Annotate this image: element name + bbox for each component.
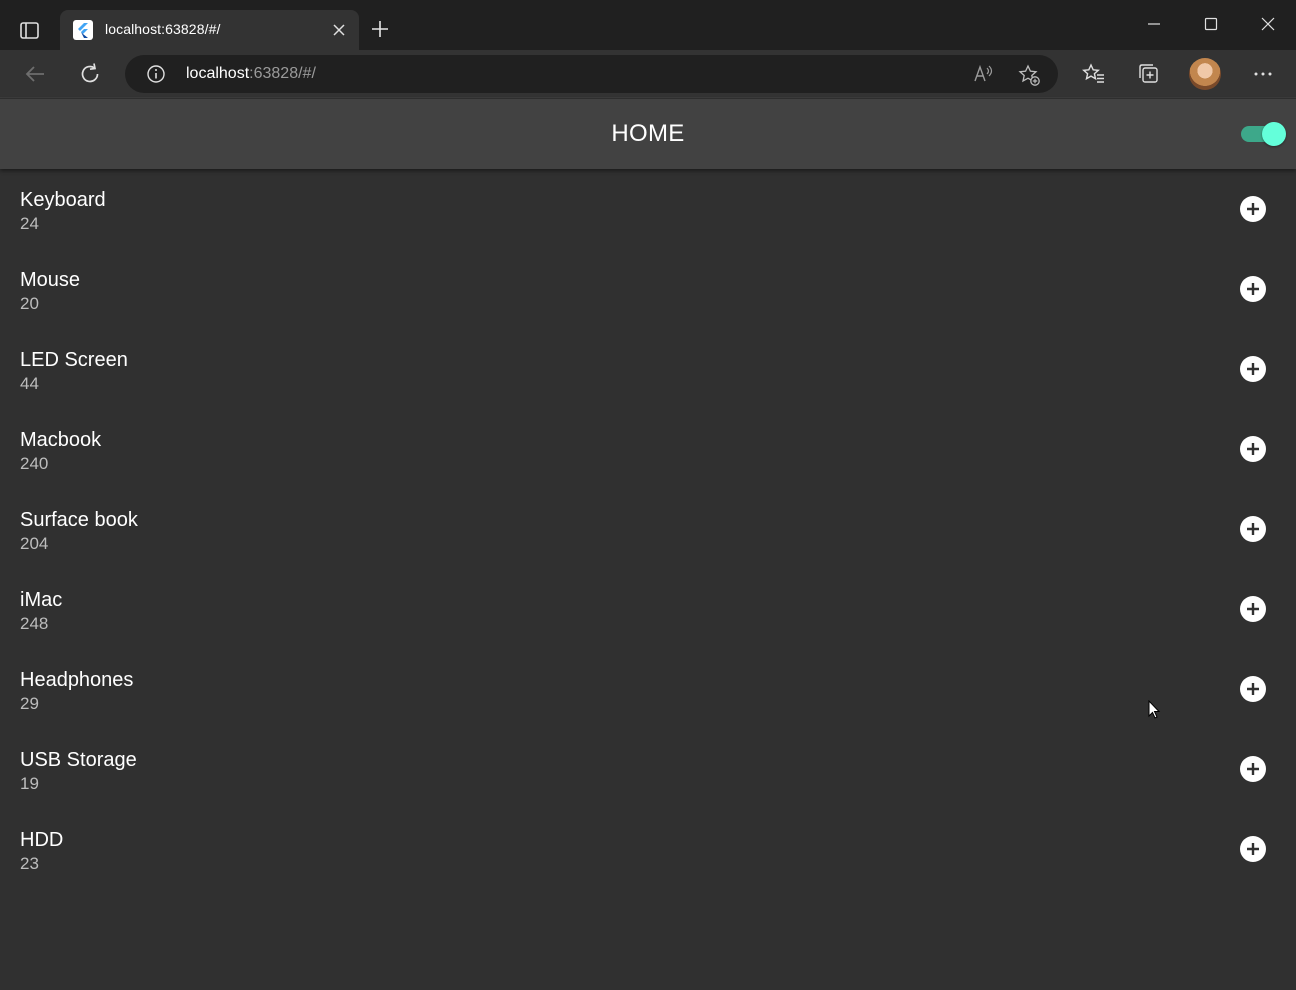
item-name: iMac bbox=[20, 589, 63, 611]
item-name: HDD bbox=[20, 829, 64, 851]
close-tab-icon[interactable] bbox=[331, 22, 347, 38]
list-item: USB Storage 19 bbox=[0, 729, 1296, 809]
tab-title: localhost:63828/#/ bbox=[105, 21, 221, 37]
item-value: 23 bbox=[20, 854, 39, 873]
item-name: Mouse bbox=[20, 269, 81, 291]
list-item: Headphones 29 bbox=[0, 649, 1296, 729]
address-bar[interactable]: localhost:63828/#/ bbox=[125, 55, 1058, 93]
item-value: 29 bbox=[20, 694, 39, 713]
read-aloud-icon[interactable] bbox=[972, 63, 994, 85]
url-path: :63828/#/ bbox=[249, 65, 316, 82]
add-circle-icon[interactable] bbox=[1240, 516, 1266, 542]
mouse-cursor-icon bbox=[1148, 699, 1162, 722]
page-title: HOME bbox=[611, 120, 685, 147]
item-name: LED Screen bbox=[20, 349, 128, 371]
favorites-icon[interactable] bbox=[1079, 59, 1109, 89]
switch-thumb bbox=[1262, 122, 1286, 146]
item-value: 240 bbox=[20, 454, 49, 473]
list-item: Mouse 20 bbox=[0, 249, 1296, 329]
product-list: Keyboard 24 Mouse 20 LED Screen 44 Macbo… bbox=[0, 169, 1296, 889]
url-host: localhost bbox=[186, 65, 250, 82]
item-value: 19 bbox=[20, 774, 39, 793]
site-info-icon[interactable] bbox=[146, 64, 166, 84]
add-circle-icon[interactable] bbox=[1240, 356, 1266, 382]
app-bar: HOME bbox=[0, 99, 1296, 169]
refresh-icon[interactable] bbox=[75, 59, 105, 89]
add-circle-icon[interactable] bbox=[1240, 196, 1266, 222]
item-value: 20 bbox=[20, 294, 39, 313]
back-arrow-icon[interactable] bbox=[20, 59, 50, 89]
add-circle-icon[interactable] bbox=[1240, 836, 1266, 862]
item-name: Keyboard bbox=[20, 189, 106, 211]
theme-toggle-switch[interactable] bbox=[1239, 122, 1287, 146]
tab-actions-icon[interactable] bbox=[14, 16, 46, 44]
browser-toolbar: localhost:63828/#/ bbox=[0, 50, 1296, 98]
url-text[interactable]: localhost:63828/#/ bbox=[186, 65, 316, 83]
list-item: Surface book 204 bbox=[0, 489, 1296, 569]
more-menu-icon[interactable] bbox=[1248, 59, 1278, 89]
browser-tab[interactable]: localhost:63828/#/ bbox=[60, 10, 359, 50]
item-name: Headphones bbox=[20, 669, 134, 691]
new-tab-icon[interactable] bbox=[369, 18, 391, 40]
list-item: iMac 248 bbox=[0, 569, 1296, 649]
list-item: Macbook 240 bbox=[0, 409, 1296, 489]
add-circle-icon[interactable] bbox=[1240, 756, 1266, 782]
item-value: 204 bbox=[20, 534, 49, 553]
add-circle-icon[interactable] bbox=[1240, 436, 1266, 462]
add-favorite-icon[interactable] bbox=[1017, 63, 1041, 87]
add-circle-icon[interactable] bbox=[1240, 676, 1266, 702]
item-name: USB Storage bbox=[20, 749, 137, 771]
flutter-favicon-icon bbox=[73, 20, 93, 40]
profile-avatar[interactable] bbox=[1189, 58, 1221, 90]
item-value: 44 bbox=[20, 374, 39, 393]
list-item: Keyboard 24 bbox=[0, 169, 1296, 249]
item-value: 24 bbox=[20, 214, 39, 233]
add-circle-icon[interactable] bbox=[1240, 276, 1266, 302]
collections-icon[interactable] bbox=[1134, 59, 1164, 89]
close-window-icon[interactable] bbox=[1256, 12, 1280, 36]
item-value: 248 bbox=[20, 614, 49, 633]
list-item: LED Screen 44 bbox=[0, 329, 1296, 409]
minimize-icon[interactable] bbox=[1142, 12, 1166, 36]
maximize-icon[interactable] bbox=[1199, 12, 1223, 36]
browser-title-bar: localhost:63828/#/ bbox=[0, 0, 1296, 50]
list-item: HDD 23 bbox=[0, 809, 1296, 889]
add-circle-icon[interactable] bbox=[1240, 596, 1266, 622]
item-name: Macbook bbox=[20, 429, 102, 451]
item-name: Surface book bbox=[20, 509, 138, 531]
